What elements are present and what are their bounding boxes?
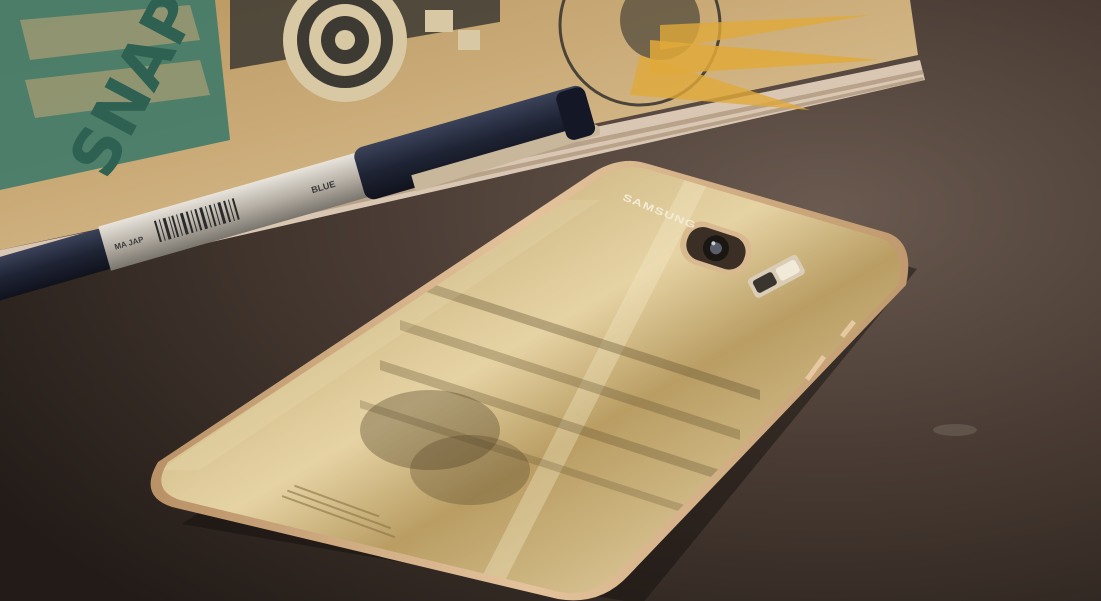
photo-scene: SNAP MA JAP BLUE SAMSUNG [0,0,1101,601]
photo-illustration: SNAP MA JAP BLUE SAMSUNG [0,0,1101,601]
table-dust [933,424,977,436]
